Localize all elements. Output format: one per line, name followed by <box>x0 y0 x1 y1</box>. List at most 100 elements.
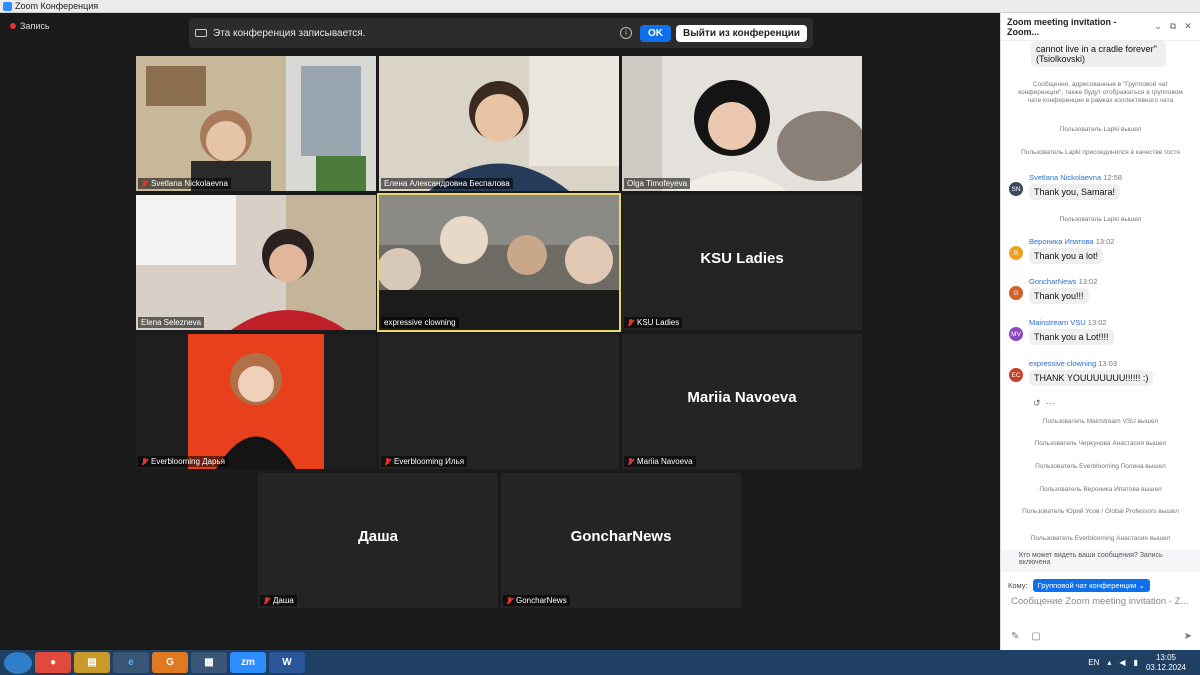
chat-message-input[interactable]: Сообщение Zoom meeting invitation - Z... <box>1011 596 1190 607</box>
record-dot-icon <box>10 23 16 29</box>
sender-line: Svetlana Nickolaevna 12:58 <box>1029 173 1123 182</box>
participant-video <box>379 56 619 191</box>
participant-video <box>136 56 376 191</box>
internet-explorer-icon[interactable]: e <box>113 652 149 673</box>
recipient-row: Кому: Групповой чат конференции ⌄ <box>1008 579 1150 592</box>
volume-icon[interactable]: ◀ <box>1119 658 1125 667</box>
video-tile[interactable]: Everblooming Дарья <box>136 334 376 469</box>
participant-name: expressive clowning <box>381 317 459 328</box>
chat-bubble: THANK YOUUUUUUU!!!!!! :) <box>1029 370 1154 386</box>
mic-muted-icon <box>506 596 513 605</box>
clock[interactable]: 13:05 03.12.2024 <box>1146 653 1186 671</box>
system-message: Пользователь Everblooming Полина вышел <box>1035 463 1166 470</box>
start-button[interactable] <box>4 651 32 674</box>
sender-line: GoncharNews 13:02 <box>1029 277 1098 286</box>
sender-line: Вероника Ипатова 13:02 <box>1029 237 1115 246</box>
chat-panel: Zoom meeting invitation - Zoom... ⌄ ⧉ ✕ … <box>1000 13 1200 650</box>
system-tray: EN ▴ ◀ ▮ 13:05 03.12.2024 <box>1088 653 1200 671</box>
privacy-notice[interactable]: Кто может видеть ваши сообщения? Запись … <box>1001 550 1200 572</box>
sender-line: Mainstream VSU 13:02 <box>1029 318 1107 327</box>
window-titlebar: Zoom Конференция <box>0 0 1200 13</box>
recording-banner-text: Эта конференция записывается. <box>213 27 366 39</box>
video-tile-active-speaker[interactable]: expressive clowning <box>377 193 621 332</box>
sender-line: expressive clowning 13:03 <box>1029 359 1117 368</box>
mic-muted-icon <box>627 457 634 466</box>
chat-bubble: cannot live in a cradle forever"(Tsiolko… <box>1031 41 1166 67</box>
chat-message: G GoncharNews 13:02 Thank you!!! <box>1009 277 1097 304</box>
mic-muted-icon <box>384 457 391 466</box>
chat-bubble: Thank you a lot! <box>1029 248 1104 264</box>
ok-button[interactable]: OK <box>640 24 672 42</box>
folder-icon[interactable]: ▤ <box>74 652 110 673</box>
participant-name: Olga Timofeyeva <box>624 178 691 189</box>
participant-name: Elena Selezneva <box>138 317 205 328</box>
avatar: MV <box>1009 327 1023 341</box>
video-tile[interactable]: Olga Timofeyeva <box>622 56 862 191</box>
participant-video <box>622 56 862 191</box>
popout-icon[interactable]: ⧉ <box>1167 21 1179 32</box>
system-message: Пользователь Юрий Усов / Global Professo… <box>1022 508 1179 515</box>
reply-icon[interactable]: ↺ <box>1033 398 1041 408</box>
video-tile[interactable]: Даша Даша <box>258 473 498 608</box>
chat-title: Zoom meeting invitation - Zoom... <box>1007 16 1117 37</box>
chat-bubble: Thank you!!! <box>1029 288 1089 304</box>
system-message: Пользователь Lapki вышел <box>1059 126 1142 133</box>
system-message: Пользователь Mainstream VSU вышел <box>1042 418 1159 425</box>
video-tile[interactable]: Mariia Navoeva Mariia Navoeva <box>622 334 862 469</box>
participant-name: Mariia Navoeva <box>624 456 696 467</box>
participant-display-name: GoncharNews <box>570 528 672 545</box>
participant-display-name: Mariia Navoeva <box>687 389 797 406</box>
video-tile[interactable]: KSU Ladies KSU Ladies <box>622 195 862 330</box>
recording-indicator: Запись <box>10 21 50 31</box>
system-message: Пользователь Lapki присоединился в качес… <box>1021 149 1180 156</box>
close-icon[interactable]: ✕ <box>1182 21 1194 32</box>
participant-display-name: KSU Ladies <box>700 250 784 267</box>
send-icon[interactable]: ➤ <box>1184 631 1192 642</box>
participant-name: Елена Александровна Беспалова <box>381 178 513 189</box>
participant-name: Даша <box>260 595 297 606</box>
chat-message: EC expressive clowning 13:03 THANK YOUUU… <box>1009 359 1154 386</box>
video-tile[interactable]: Елена Александровна Беспалова <box>379 56 619 191</box>
more-icon[interactable]: ⋯ <box>1046 398 1055 408</box>
participant-name: GoncharNews <box>503 595 570 606</box>
system-message: Пользователь Чиркунова Анастасия вышел <box>1034 440 1167 447</box>
recipient-select[interactable]: Групповой чат конференции ⌄ <box>1032 579 1150 592</box>
word-icon[interactable]: W <box>269 652 305 673</box>
recording-label: Запись <box>20 21 50 31</box>
avatar: SN <box>1009 182 1023 196</box>
format-icon[interactable]: ✎ <box>1011 631 1019 642</box>
zoom-logo-icon <box>3 1 12 11</box>
participant-name: KSU Ladies <box>624 317 683 328</box>
chat-message: MV Mainstream VSU 13:02 Thank you a Lot!… <box>1009 318 1114 345</box>
avatar: В <box>1009 246 1023 260</box>
leave-meeting-button[interactable]: Выйти из конференции <box>676 24 807 42</box>
participant-name: Svetlana Nickolaevna <box>138 178 231 189</box>
network-icon[interactable]: ▮ <box>1134 658 1138 667</box>
info-icon[interactable]: i <box>620 27 633 39</box>
to-label: Кому: <box>1008 581 1028 590</box>
control-panel-icon[interactable]: ▦ <box>191 652 227 673</box>
video-tile[interactable]: Elena Selezneva <box>136 195 376 330</box>
chat-message: SN Svetlana Nickolaevna 12:58 Thank you,… <box>1009 173 1122 200</box>
chat-toolbar: ✎ ▢ ➤ <box>1011 631 1192 642</box>
tray-expand-icon[interactable]: ▴ <box>1107 658 1111 667</box>
language-indicator[interactable]: EN <box>1088 658 1099 667</box>
chevron-down-icon[interactable]: ⌄ <box>1152 21 1164 32</box>
video-tile[interactable]: Everblooming Илья <box>379 334 619 469</box>
chat-message: В Вероника Ипатова 13:02 Thank you a lot… <box>1009 237 1114 264</box>
zoom-icon[interactable]: zm <box>230 652 266 673</box>
video-tile[interactable]: Svetlana Nickolaevna <box>136 56 376 191</box>
video-tile[interactable]: GoncharNews GoncharNews <box>501 473 741 608</box>
chat-bubble: Thank you a Lot!!!! <box>1029 329 1114 345</box>
mic-muted-icon <box>141 457 148 466</box>
file-icon[interactable]: ▢ <box>1031 631 1040 642</box>
os-taskbar: ● ▤ e G ▦ zm W EN ▴ ◀ ▮ 13:05 03.12.2024 <box>0 650 1200 675</box>
chrome-icon[interactable]: ● <box>35 652 71 673</box>
app-icon[interactable]: G <box>152 652 188 673</box>
message-actions[interactable]: ↺ ⋯ <box>1033 398 1055 409</box>
video-stage: Запись Эта конференция записывается. i O… <box>0 13 1000 650</box>
camera-icon <box>195 29 207 37</box>
system-message: Пользователь Вероника Ипатова вышел <box>1039 486 1162 493</box>
mic-muted-icon <box>263 596 270 605</box>
participant-video <box>379 195 619 330</box>
